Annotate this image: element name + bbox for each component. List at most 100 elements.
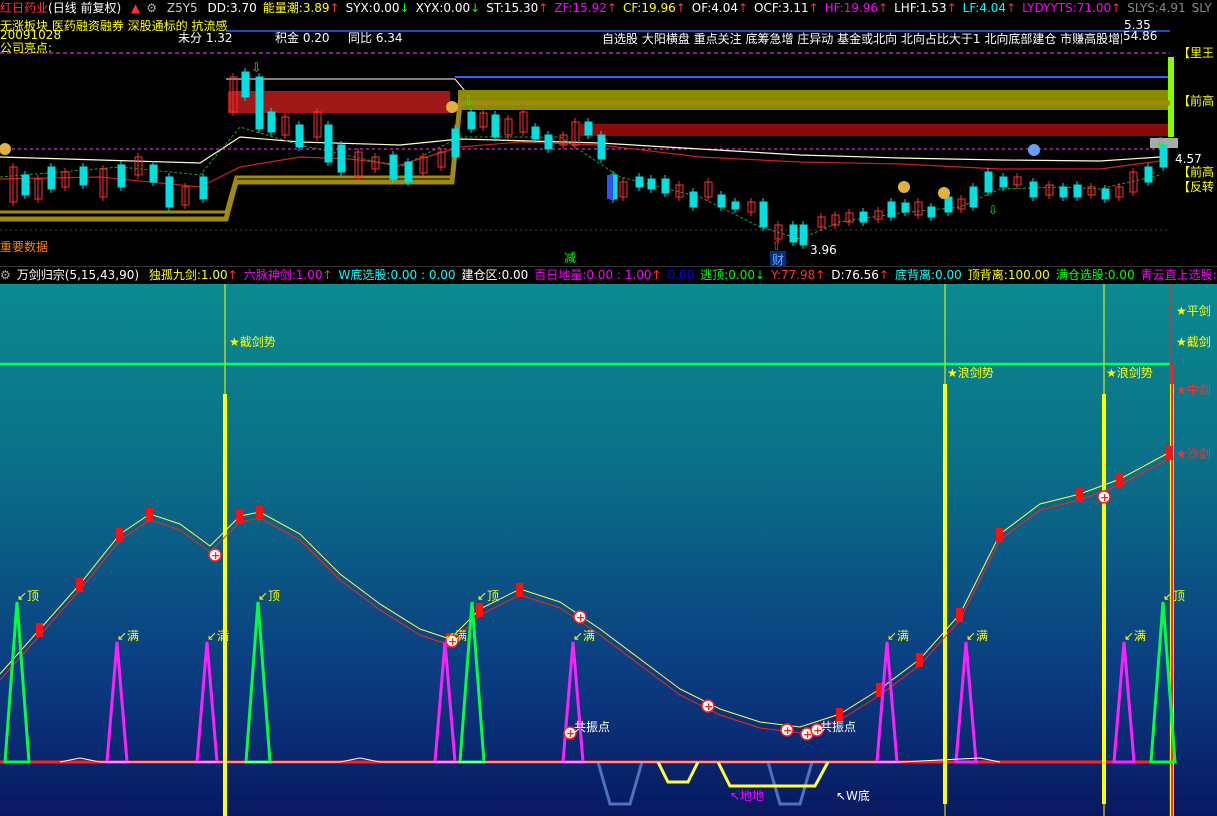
gongzhendian-label-1: 共振点 [574,720,611,734]
ma-long-line [0,136,1161,164]
candle-body [799,224,808,246]
ind-field-label-4: 百日地量: [534,268,587,282]
stock-name[interactable]: 红日药业 [0,1,48,15]
top-field-value-13: 4.91 [1158,1,1186,15]
candle-body [887,201,896,218]
ind-field-4: 百日地量:0.00 : 1.00↑ [534,268,661,282]
ind-field-value-4: 0.00 : 1.00 [586,268,652,282]
top-field-label-4: ST: [486,1,504,15]
candle-body [901,202,910,213]
support-step-line [0,100,1170,222]
right-label-2: ★截剑 [1176,335,1211,349]
osc-block [956,608,963,622]
candle-body [21,174,30,196]
candle-body [944,196,953,213]
candle-body [647,178,656,190]
ind-field-label-3: 建仓区: [461,268,502,282]
osc-block [236,510,243,524]
price-chart[interactable]: ⇩ ⇩ ⇧ ⇩ ⇩ 无涨板块 医药融资融券 深股通标的 抗流感 20091028 公司亮… [0,17,1217,266]
settings-icon[interactable]: ⚙ [0,268,11,282]
ding-label-1: ↙顶 [258,589,281,603]
top-field-7: OF:4.04↑ [692,1,748,15]
plus-sign: + [576,611,585,624]
indicator-title[interactable]: 万剑归宗(5,15,43,90) [17,268,139,282]
top-field-value-1: 3.89 [302,1,330,15]
ind-field-value-2: 0.00 : 0.00 [390,268,456,282]
volume-marker [607,175,613,199]
arrow-up-icon: ↑ [538,1,549,15]
plus-sign: + [783,724,792,737]
ind-field-9: 底背离:0.00 [895,268,962,282]
ding-label-2: ↙顶 [477,589,500,603]
langjianshi-label-1: ★浪剑势 [947,366,994,380]
candle-body [267,111,276,133]
jiejianshi-label: ★截剑势 [229,335,276,349]
magenta-peak [195,641,219,764]
man-label-1: ↙满 [207,629,230,643]
top-fields: DD:3.70 能量潮:3.89↑ SYX:0.00↓ XYX:0.00↓ ST:15.… [208,1,1217,15]
didi-shape [656,761,700,784]
fen-text: 未分 1.32 [178,31,233,45]
top-field-5: ZF:15.92↑ [554,1,617,15]
main-chart-header: 红日药业(日线 前复权) ▲ ⚙ Z5Y5 DD:3.70 能量潮:3.89↑ SYX… [0,0,1217,17]
candle-body [999,176,1008,188]
top-field-0: DD:3.70 [208,1,257,15]
top-field-value-4: 15.30 [503,1,539,15]
top-field-label-2: SYX: [345,1,373,15]
magenta-peak [433,641,457,764]
arrow-down-icon: ↓ [755,268,766,282]
osc-block [116,528,123,542]
candle-body [731,201,740,210]
right-value: 54.86 [1123,29,1158,43]
right-tag-2: 【前高 [1178,94,1215,108]
indicator-name[interactable]: Z5Y5 [167,1,198,15]
ind-field-value-6: 0.00 [728,268,756,282]
candle-body [544,134,553,150]
ind-field-5: 0.00 [668,268,695,282]
candle-body [255,76,264,130]
tags-text: 自选股 大阳横盘 重点关注 底筹急增 庄异动 基金或北向 北向占比大于1 北向底… [602,32,1122,46]
top-field-6: CF:19.96↑ [623,1,686,15]
top-field-value-11: 4.04 [979,1,1007,15]
ind-field-value-0: 1.00 [200,268,228,282]
top-field-3: XYX:0.00↓ [416,1,481,15]
jian-label: 减 [564,251,577,265]
top-field-label-1: 能量潮: [262,1,303,15]
ind-field-label-11: 满仓选股: [1055,268,1108,282]
top-field-10: LHF:1.53↑ [894,1,957,15]
olive-band [458,90,1170,110]
ind-field-value-10: 100.00 [1007,268,1050,282]
candle-body [584,121,593,136]
down-arrow-icon: ⇩ [251,61,262,76]
top-field-14: SLY [1192,1,1212,15]
indicator-chart[interactable]: + + + + + + + + + ★截剑势 ★浪剑势 ★浪剑势 共振点 共振点 ↖地地 ↖W底… [0,284,1217,816]
chart-period[interactable]: (日线 前复权) [48,1,121,15]
candle-body [635,176,644,188]
osc-block [256,506,263,520]
top-field-label-6: CF: [622,1,642,15]
osc-block [76,578,83,592]
arrow-down-icon: ↓ [470,1,481,15]
settings-icon[interactable]: ⚙ [146,1,157,15]
ind-field-label-9: 底背离: [895,268,936,282]
price-chart-canvas[interactable]: ⇩⇩⇧⇩⇩ [0,17,1217,266]
money-bag-icon [0,143,11,155]
arrow-up-icon: ↑ [815,268,826,282]
top-field-1: 能量潮:3.89↑ [263,1,340,15]
candle-body [404,161,413,183]
candle-body [759,201,768,228]
ind-field-8: D:76.56↑ [831,268,889,282]
jijin-text: 积金 0.20 [275,31,330,45]
osc-block [1116,473,1123,487]
indicator-chart-canvas[interactable]: +++++ + +++ [0,284,1217,816]
candle-body [491,114,500,138]
man-label-0: ↙满 [117,629,140,643]
ind-field-0: 独孤九剑:1.00↑ [149,268,238,282]
magenta-peak [105,641,129,764]
left-bottom-text: 重要数据 [0,240,49,254]
top-field-label-0: DD: [207,1,231,15]
top-field-12: LYDYYTS:71.00↑ [1022,1,1121,15]
top-field-value-0: 3.70 [230,1,257,15]
magenta-peak [954,641,978,764]
ding-label-3: ↙顶 [1163,589,1186,603]
